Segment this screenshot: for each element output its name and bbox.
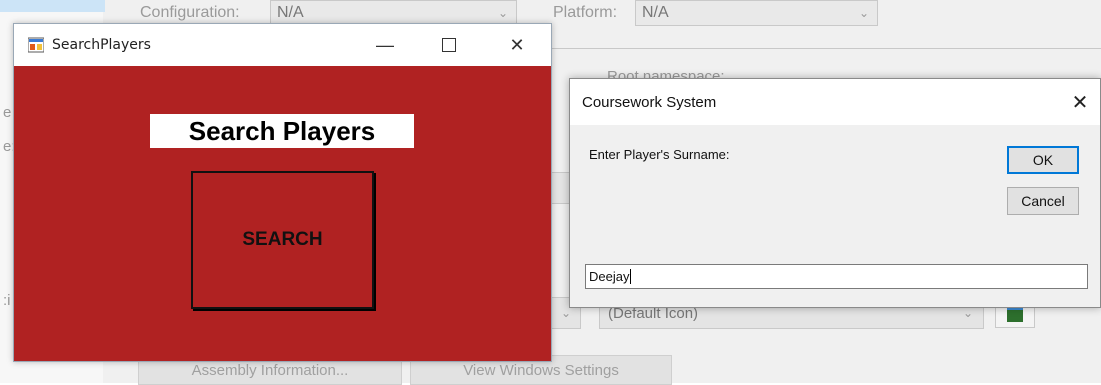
search-button[interactable]: SEARCH (191, 171, 374, 309)
chevron-down-icon: ⌄ (962, 306, 973, 320)
close-icon: ✕ (509, 34, 525, 55)
selected-nav-item[interactable] (0, 0, 105, 12)
window-app-icon (1007, 306, 1023, 322)
dialog-title: Coursework System (582, 93, 717, 111)
minimize-icon: — (376, 34, 394, 55)
surname-input-value: Deejay (589, 269, 630, 284)
close-icon: ✕ (1071, 91, 1089, 114)
close-button[interactable]: ✕ (494, 24, 540, 66)
platform-value: N/A (642, 4, 669, 21)
maximize-button[interactable] (426, 24, 472, 66)
dialog-title-bar[interactable]: Coursework System ✕ (570, 79, 1100, 125)
configuration-value: N/A (277, 4, 304, 21)
coursework-input-dialog: Coursework System ✕ Enter Player's Surna… (569, 78, 1101, 308)
form-icon (27, 37, 45, 53)
surname-prompt: Enter Player's Surname: (589, 147, 730, 162)
side-label-fragment: :i (3, 292, 11, 309)
title-bar[interactable]: SearchPlayers — ✕ (14, 24, 551, 66)
platform-label: Platform: (553, 4, 618, 21)
page-title: Search Players (150, 114, 414, 148)
platform-row: Platform: (553, 0, 617, 26)
maximize-icon (442, 38, 456, 52)
chevron-down-icon: ⌄ (858, 6, 869, 20)
cancel-button[interactable]: Cancel (1007, 187, 1079, 215)
window-title: SearchPlayers (52, 37, 151, 53)
minimize-button[interactable]: — (362, 24, 408, 66)
surname-input[interactable]: Deejay (585, 264, 1088, 289)
divider (540, 48, 1101, 49)
chevron-down-icon: ⌄ (560, 306, 572, 320)
search-players-window: SearchPlayers — ✕ Search Players SEARCH (13, 23, 552, 362)
configuration-label: Configuration: (140, 4, 240, 21)
dialog-close-button[interactable]: ✕ (1060, 79, 1100, 125)
text-caret (630, 269, 632, 284)
platform-select[interactable]: N/A ⌄ (635, 0, 878, 26)
chevron-down-icon: ⌄ (497, 6, 508, 20)
ok-button[interactable]: OK (1007, 146, 1079, 174)
form-client-area: Search Players SEARCH (14, 66, 551, 361)
side-label-fragment: e (3, 104, 12, 121)
